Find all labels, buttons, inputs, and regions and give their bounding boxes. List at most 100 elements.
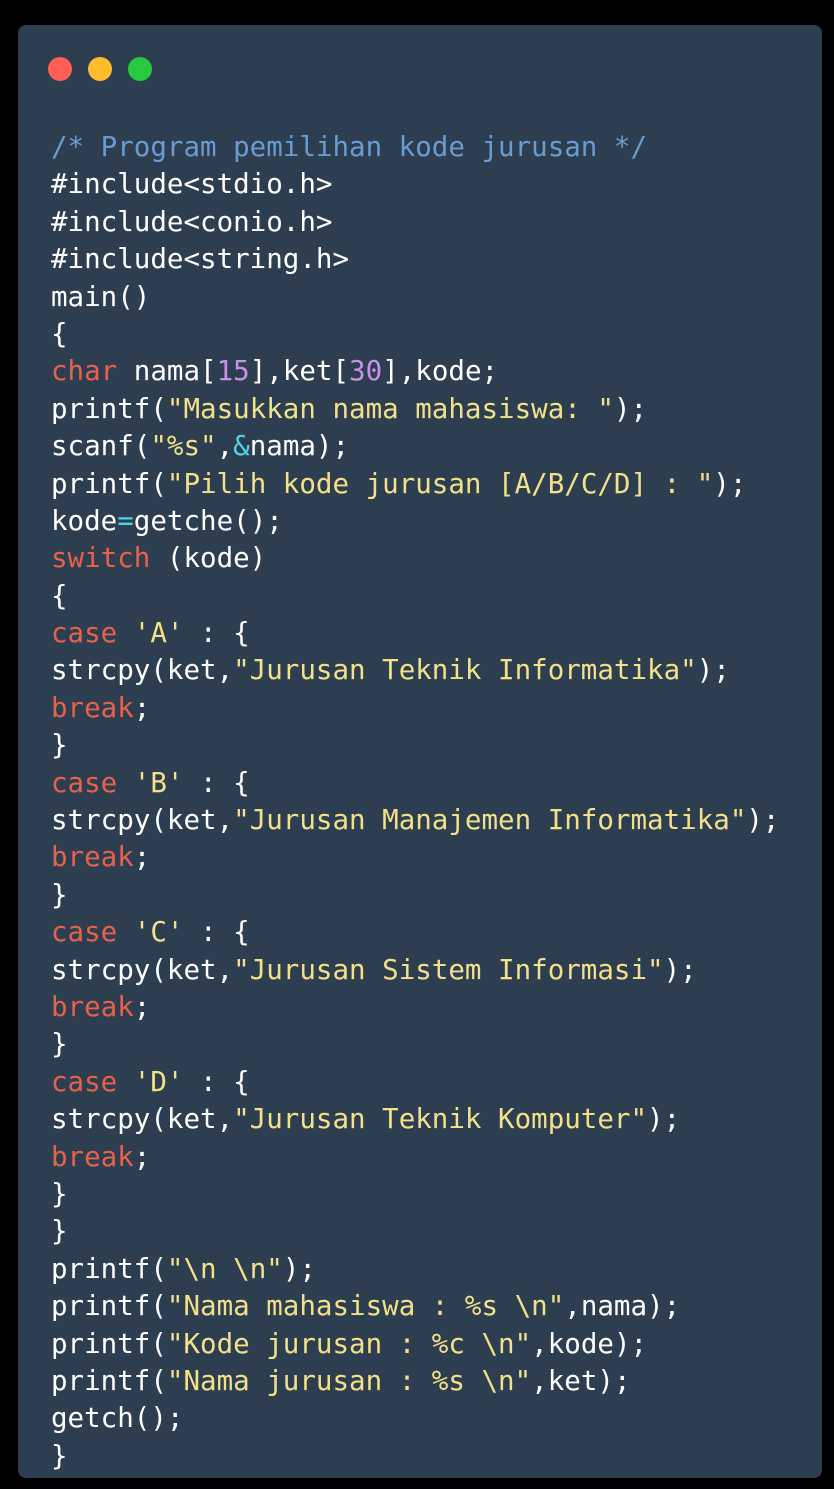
code-line: main(): [51, 279, 780, 316]
code-line: case 'B' : {: [51, 765, 780, 802]
code-token-plain: {: [51, 317, 68, 350]
code-token-plain: {: [51, 579, 68, 612]
code-token-plain: strcpy(ket,: [51, 1103, 234, 1136]
maximize-window-button[interactable]: [128, 57, 152, 81]
code-line: printf("Nama mahasiswa : %s \n",nama);: [51, 1288, 780, 1325]
code-line: }: [51, 1176, 780, 1213]
code-token-plain: (kode): [150, 542, 267, 575]
code-token-number: 15: [216, 355, 250, 388]
code-line: break;: [51, 1139, 780, 1176]
code-token-plain: #include<conio.h>: [51, 205, 333, 238]
code-token-keyword: case: [51, 1065, 118, 1098]
code-line: printf("\n \n");: [51, 1251, 780, 1288]
code-line: }: [51, 727, 780, 764]
code-line: break;: [51, 989, 780, 1026]
code-token-plain: }: [51, 1028, 68, 1061]
code-token-string: 'D': [133, 1065, 184, 1098]
code-token-string: "Jurusan Sistem Informasi": [233, 953, 664, 986]
code-token-plain: );: [647, 1103, 681, 1136]
code-token-plain: ,kode);: [531, 1327, 648, 1360]
code-token-keyword: break: [51, 841, 134, 874]
code-line: #include<conio.h>: [51, 204, 780, 241]
code-token-plain: printf(: [51, 1252, 167, 1285]
code-token-plain: printf(: [51, 1327, 167, 1360]
code-line: scanf("%s",&nama);: [51, 428, 780, 465]
code-token-plain: printf(: [51, 1290, 167, 1323]
code-token-plain: #include<stdio.h>: [51, 168, 333, 201]
code-token-number: 30: [349, 355, 383, 388]
code-line: {: [51, 578, 780, 615]
code-line: getch();: [51, 1400, 780, 1437]
code-token-plain: strcpy(ket,: [51, 953, 234, 986]
code-token-string: 'B': [133, 766, 184, 799]
code-token-plain: printf(: [51, 467, 167, 500]
code-token-plain: printf(: [51, 392, 167, 425]
code-token-string: "Jurusan Teknik Komputer": [233, 1103, 648, 1136]
code-line: #include<string.h>: [51, 241, 780, 278]
code-token-string: 'C': [133, 916, 184, 949]
code-token-string: "Nama mahasiswa : %s \n": [166, 1290, 565, 1323]
code-token-plain: );: [696, 654, 730, 687]
code-token-plain: nama);: [249, 430, 350, 463]
code-token-plain: }: [51, 878, 68, 911]
code-line: #include<stdio.h>: [51, 166, 780, 203]
code-line: /* Program pemilihan kode jurusan */: [51, 129, 780, 166]
code-token-plain: }: [51, 1177, 68, 1210]
code-token-plain: : {: [183, 766, 250, 799]
code-token-plain: : {: [183, 1065, 250, 1098]
code-token-string: "Jurusan Teknik Informatika": [233, 654, 697, 687]
code-token-plain: kode: [51, 504, 118, 537]
code-line: }: [51, 877, 780, 914]
code-line: break;: [51, 839, 780, 876]
code-token-plain: ,: [216, 430, 234, 463]
code-token-plain: ],kode;: [382, 355, 499, 388]
code-token-keyword: case: [51, 766, 118, 799]
code-line: strcpy(ket,"Jurusan Manajemen Informatik…: [51, 802, 780, 839]
code-token-plain: ;: [133, 1140, 151, 1173]
code-line: kode=getche();: [51, 503, 780, 540]
code-line: switch (kode): [51, 540, 780, 577]
code-token-plain: }: [51, 1439, 68, 1472]
code-token-plain: getch();: [51, 1402, 184, 1435]
code-window: /* Program pemilihan kode jurusan */ #inc…: [18, 25, 822, 1478]
code-token-plain: strcpy(ket,: [51, 654, 234, 687]
code-line: printf("Masukkan nama mahasiswa: ");: [51, 391, 780, 428]
code-token-plain: : {: [183, 916, 250, 949]
code-token-plain: ,ket);: [531, 1364, 631, 1397]
code-line: printf("Kode jurusan : %c \n",kode);: [51, 1326, 780, 1363]
code-token-string: 'A': [133, 617, 184, 650]
code-token-plain: getche();: [133, 504, 283, 537]
minimize-window-button[interactable]: [88, 57, 112, 81]
code-token-comment: /* Program pemilihan kode jurusan */: [51, 131, 648, 163]
code-token-plain: ],ket[: [249, 355, 350, 388]
code-token-plain: scanf(: [51, 430, 151, 463]
code-token-plain: main(): [51, 280, 151, 313]
code-line: printf("Pilih kode jurusan [A/B/C/D] : "…: [51, 466, 780, 503]
close-window-button[interactable]: [48, 57, 72, 81]
code-token-keyword: switch: [51, 542, 151, 575]
code-token-plain: : {: [183, 617, 250, 650]
code-line: }: [51, 1026, 780, 1063]
code-token-string: "\n \n": [166, 1252, 283, 1285]
code-line: }: [51, 1438, 780, 1475]
code-line: {: [51, 316, 780, 353]
code-line: case 'D' : {: [51, 1064, 780, 1101]
code-token-string: "%s": [150, 430, 217, 463]
code-token-plain: ;: [133, 990, 151, 1023]
code-token-plain: ,nama);: [564, 1290, 681, 1323]
code-line: case 'C' : {: [51, 914, 780, 951]
code-token-string: "Jurusan Manajemen Informatika": [233, 804, 747, 837]
code-token-keyword: case: [51, 916, 118, 949]
code-token-operator: =: [117, 504, 134, 537]
code-token-operator: &: [233, 430, 250, 463]
code-token-keyword: char: [51, 355, 118, 388]
code-token-keyword: break: [51, 990, 134, 1023]
code-token-plain: printf(: [51, 1364, 167, 1397]
code-line: break;: [51, 690, 780, 727]
code-token-plain: #include<string.h>: [51, 243, 350, 276]
code-token-plain: );: [282, 1252, 316, 1285]
code-line: char nama[15],ket[30],kode;: [51, 353, 780, 390]
